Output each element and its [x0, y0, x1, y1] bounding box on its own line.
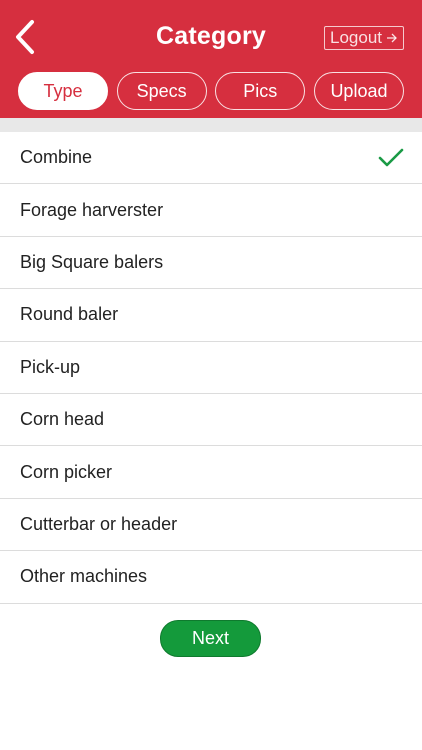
list-item-label: Corn picker	[20, 461, 113, 482]
header-bar: Category Logout Type Specs Pics Upload	[0, 0, 422, 118]
list-item-corn-picker[interactable]: Corn picker	[0, 446, 422, 499]
checkmark-icon	[378, 148, 404, 166]
logout-label: Logout	[330, 28, 382, 47]
list-item-label: Big Square balers	[20, 251, 164, 272]
next-button[interactable]: Next	[160, 620, 261, 657]
category-list: Combine Forage harverster Big Square bal…	[0, 132, 422, 604]
list-item-label: Pick-up	[20, 356, 81, 377]
list-item-pick-up[interactable]: Pick-up	[0, 342, 422, 394]
list-item-label: Corn head	[20, 409, 105, 430]
list-item-cutterbar-or-header[interactable]: Cutterbar or header	[0, 499, 422, 552]
list-item-label: Round baler	[20, 304, 119, 325]
tab-upload[interactable]: Upload	[313, 72, 404, 110]
list-item-label: Cutterbar or header	[20, 513, 178, 534]
header-divider	[0, 118, 422, 132]
arrow-right-icon	[387, 33, 397, 43]
list-item-big-square-balers[interactable]: Big Square balers	[0, 237, 422, 290]
list-item-round-baler[interactable]: Round baler	[0, 289, 422, 342]
list-item-combine[interactable]: Combine	[0, 132, 422, 185]
list-item-other-machines[interactable]: Other machines	[0, 551, 422, 604]
list-item-label: Other machines	[20, 566, 148, 587]
tab-type[interactable]: Type	[18, 72, 108, 110]
logout-button[interactable]: Logout	[324, 26, 404, 50]
tab-specs[interactable]: Specs	[116, 72, 207, 110]
tab-pics[interactable]: Pics	[215, 72, 306, 110]
list-item-label: Forage harverster	[20, 199, 164, 220]
app-screen: Category Logout Type Specs Pics Upload C…	[0, 0, 422, 750]
tab-bar: Type Specs Pics Upload	[18, 72, 404, 110]
list-item-forage-harvester[interactable]: Forage harverster	[0, 184, 422, 237]
list-item-label: Combine	[20, 147, 93, 168]
list-item-corn-head[interactable]: Corn head	[0, 394, 422, 447]
